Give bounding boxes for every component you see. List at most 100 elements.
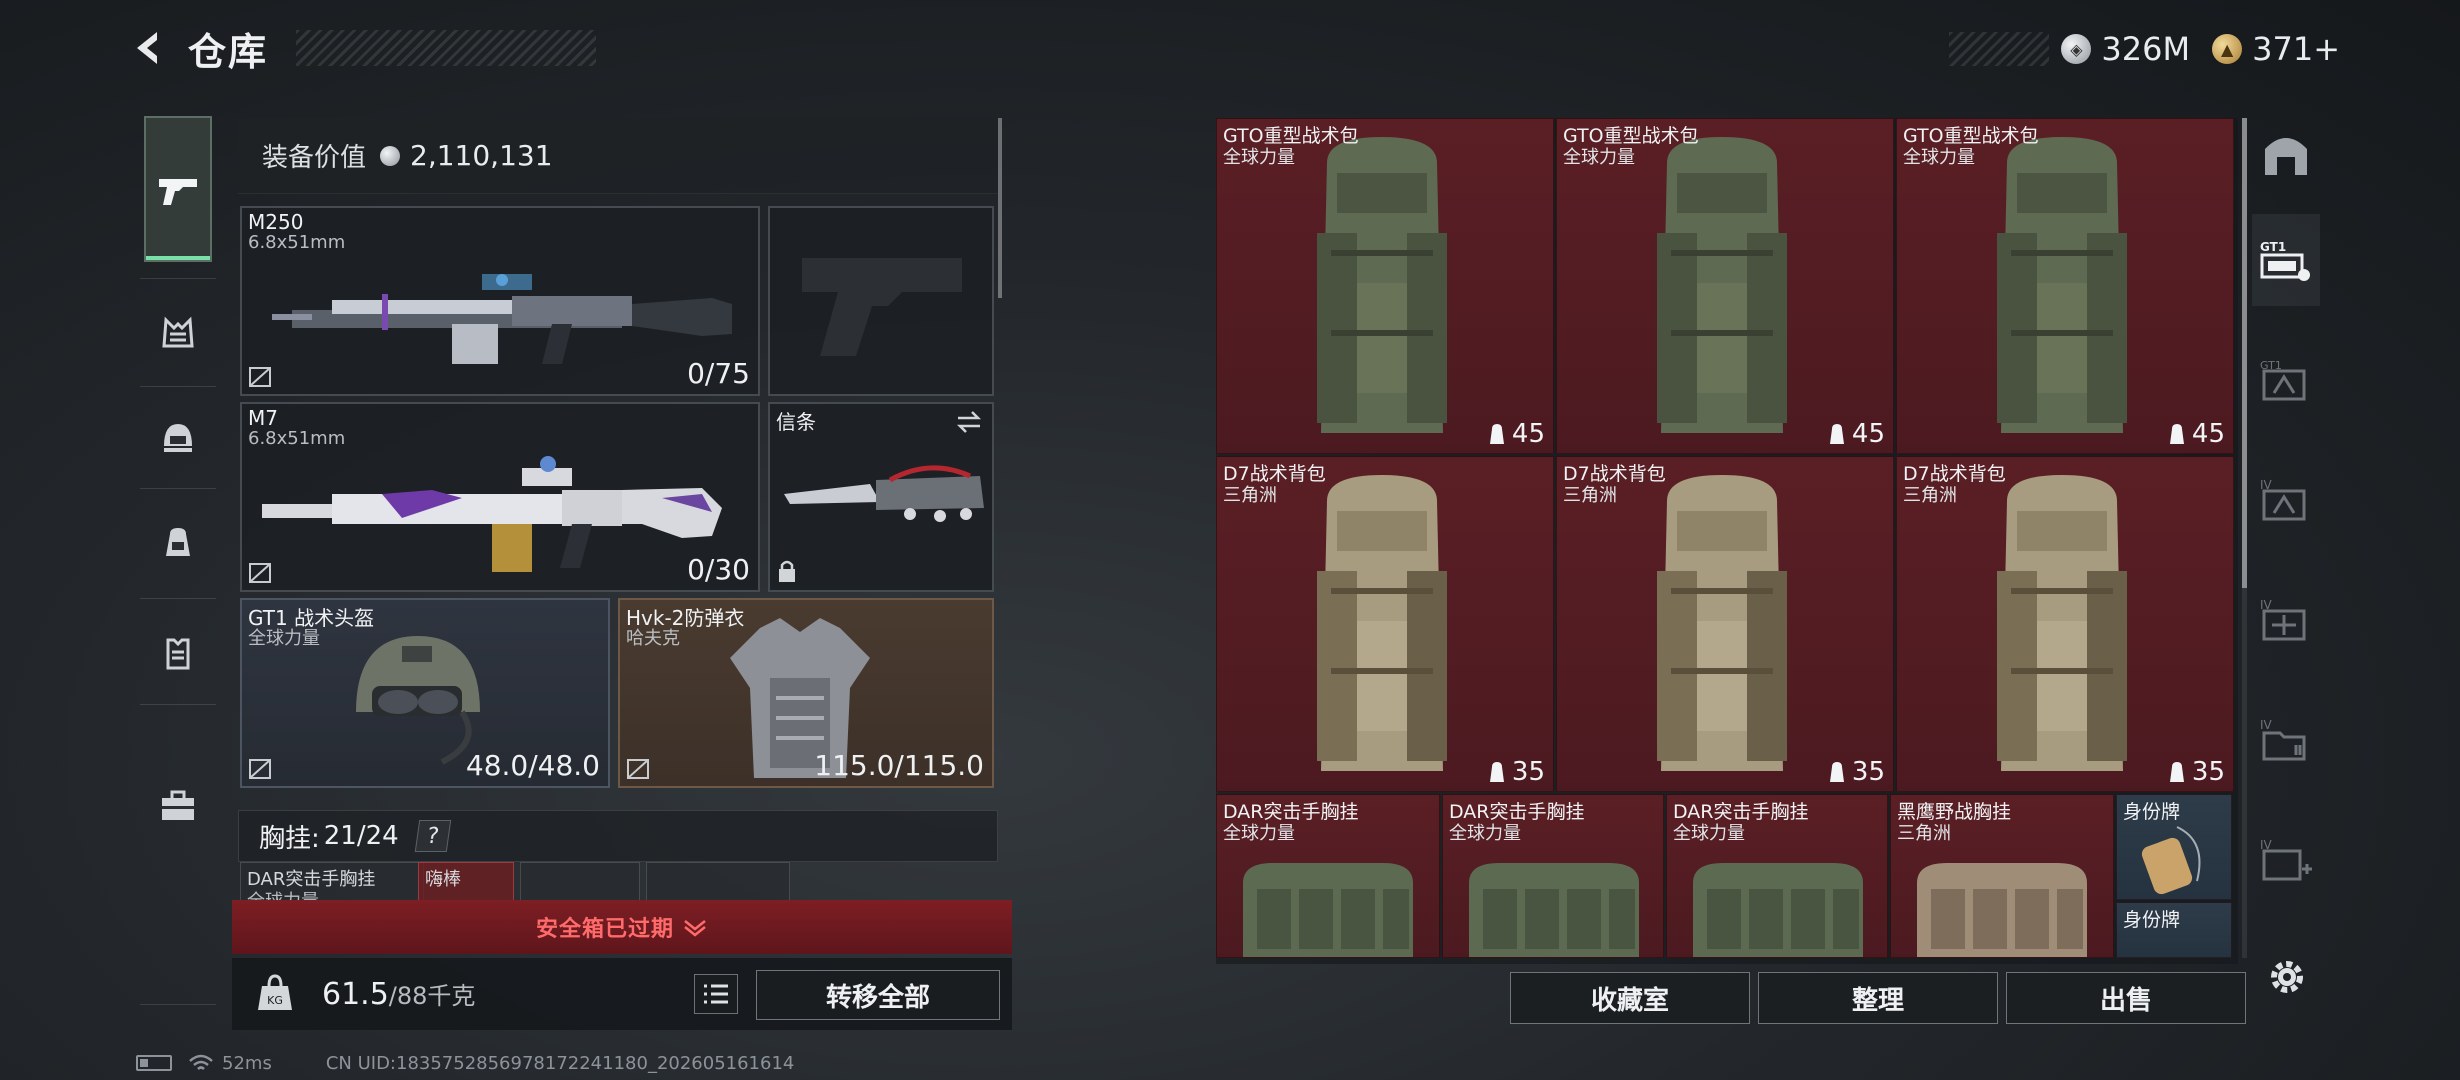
storage-item[interactable]: D7战术背包 三角洲 35 — [1556, 456, 1894, 792]
helmet-slot[interactable]: GT1 战术头盔 全球力量 48.0/48.0 — [240, 598, 610, 788]
capacity-badge: 35 — [1488, 757, 1545, 787]
storage-actions: 收藏室 整理 出售 — [1510, 972, 2254, 1024]
loadout-scrollbar[interactable] — [998, 118, 1002, 298]
warehouse-icon — [2265, 138, 2307, 175]
silver-coin-icon: ◈ — [2061, 34, 2092, 64]
helmet-durability: 48.0/48.0 — [465, 749, 600, 782]
weight-current-value: 61.5 — [322, 977, 389, 1012]
secondary-weapon-slot[interactable]: M7 6.8x51mm 0/30 — [240, 402, 760, 592]
storage-item[interactable]: GTO重型战术包 全球力量 45 — [1216, 118, 1554, 454]
weapon-name: M7 — [248, 406, 278, 430]
storage-item[interactable]: DAR突击手胸挂 全球力量 — [1216, 794, 1440, 958]
tactical-backpack-image — [1317, 475, 1447, 771]
nav-divider — [140, 386, 216, 387]
backpack-capacity-icon — [1829, 762, 1844, 782]
backpack-capacity-icon — [2169, 424, 2184, 444]
swap-icon[interactable] — [954, 410, 984, 434]
transfer-all-button[interactable]: 转移全部 — [756, 970, 1000, 1020]
equipment-value-bar: 装备价值 2,110,131 — [238, 118, 998, 194]
storage-item[interactable]: 身份牌 — [2116, 794, 2232, 900]
item-name: 嗨棒 — [425, 869, 461, 890]
help-icon[interactable]: ? — [414, 820, 451, 852]
storage-panel: GTO重型战术包 全球力量 45 GTO重型战术包 全球力量 45 GTO重型战… — [1210, 112, 2247, 964]
chest-rig-icon — [162, 316, 194, 348]
tab-tier-iv-add[interactable]: IV — [2252, 814, 2320, 906]
safe-box-expired-text: 安全箱已过期 — [535, 917, 674, 942]
storage-item[interactable]: DAR突击手胸挂 全球力量 — [1442, 794, 1664, 958]
back-arrow-icon — [137, 32, 157, 64]
tab-warehouse[interactable] — [2252, 108, 2320, 200]
item-name: 身份牌 — [2123, 909, 2181, 931]
no-attachment-icon — [249, 367, 271, 387]
weapon-ammo-count: 0/30 — [687, 553, 750, 586]
nav-divider — [140, 488, 216, 489]
storage-item[interactable]: 黑鹰野战胸挂 三角洲 — [1890, 794, 2114, 958]
storage-item[interactable]: 身份牌 — [2116, 902, 2232, 958]
knife-image — [784, 465, 984, 522]
storage-item[interactable]: DAR突击手胸挂 全球力量 — [1666, 794, 1888, 958]
sell-button[interactable]: 出售 — [2006, 972, 2246, 1024]
tab-tier-iv[interactable]: IV — [2252, 454, 2320, 546]
back-button[interactable] — [120, 22, 178, 74]
storage-scroll-thumb[interactable] — [2242, 118, 2247, 588]
nav-helmet[interactable] — [144, 404, 212, 472]
chest-rig-image — [1693, 863, 1863, 957]
tactical-backpack-image — [1657, 475, 1787, 771]
chevron-down-icon — [684, 920, 706, 937]
capacity-badge: 35 — [2168, 757, 2225, 787]
nav-chest-rig[interactable] — [144, 300, 212, 368]
chest-rig-image — [1243, 863, 1413, 957]
settings-button[interactable] — [2262, 952, 2312, 1002]
chest-rig-image — [1469, 863, 1639, 957]
gear-icon — [2271, 961, 2303, 993]
currency-silver-value[interactable]: 326M — [2101, 30, 2190, 68]
chest-rig-bar[interactable]: 胸挂: 21/24 ? — [238, 810, 998, 862]
nav-armor[interactable] — [144, 620, 212, 688]
tab-tier-iv-folder[interactable]: IV — [2252, 694, 2320, 786]
organize-button[interactable]: 整理 — [1758, 972, 1998, 1024]
heavy-backpack-image — [1657, 137, 1787, 433]
battery-icon — [136, 1055, 172, 1071]
safe-box-expired-banner[interactable]: 安全箱已过期 — [232, 900, 1012, 954]
status-bar: 52ms CN UID:1835752856978172241180_20260… — [136, 1050, 794, 1076]
primary-weapon-slot[interactable]: M250 6.8x51mm 0/75 — [240, 206, 760, 396]
armor-brand: 哈夫克 — [626, 628, 680, 649]
list-view-button[interactable] — [694, 974, 738, 1014]
storage-item[interactable]: D7战术背包 三角洲 35 — [1216, 456, 1554, 792]
user-uid: CN UID:1835752856978172241180_2026051616… — [325, 1052, 795, 1074]
pistol-icon — [159, 179, 197, 205]
storage-item[interactable]: GTO重型战术包 全球力量 45 — [1896, 118, 2234, 454]
armor-slot[interactable]: Hvk-2防弹衣 哈夫克 115.0/115.0 — [618, 598, 994, 788]
weapon-name: M250 — [248, 210, 304, 234]
capacity-value: 35 — [1851, 757, 1885, 787]
heavy-backpack-image — [1997, 137, 2127, 433]
no-attachment-icon — [627, 759, 649, 779]
machine-gun-image — [272, 274, 732, 364]
nav-divider — [140, 598, 216, 599]
storage-item[interactable]: GTO重型战术包 全球力量 45 — [1556, 118, 1894, 454]
tier-iv-folder-icon: IV — [2260, 718, 2306, 761]
tab-gt1-alt[interactable]: GT1 — [2252, 334, 2320, 426]
chest-rig-count: 21/24 — [323, 821, 399, 851]
pistol-slot[interactable] — [768, 206, 994, 396]
item-brand: 三角洲 — [1563, 485, 1617, 506]
left-nav — [132, 108, 224, 1008]
nav-backpack[interactable] — [144, 508, 212, 576]
nav-weapons[interactable] — [144, 116, 212, 262]
collection-room-button[interactable]: 收藏室 — [1510, 972, 1750, 1024]
ping-value: 52ms — [222, 1052, 272, 1074]
tab-gt1[interactable]: GT1 — [2252, 214, 2320, 306]
nav-toolbox[interactable] — [144, 772, 212, 840]
storage-item[interactable]: D7战术背包 三角洲 35 — [1896, 456, 2234, 792]
weight-max: /88千克 — [388, 982, 476, 1010]
capacity-value: 45 — [1851, 419, 1885, 449]
melee-slot[interactable]: 信条 — [768, 402, 994, 592]
dog-tag-image — [2141, 826, 2201, 895]
tactical-backpack-image — [1997, 475, 2127, 771]
tab-tier-iv-alt[interactable]: IV — [2252, 574, 2320, 666]
chest-rig-label: 胸挂: — [259, 823, 320, 854]
weight-icon: KG — [258, 974, 292, 1010]
equipment-value-label: 装备价值 — [262, 143, 367, 173]
item-brand: 三角洲 — [1903, 485, 1957, 506]
currency-gold-value[interactable]: 371+ — [2252, 30, 2340, 68]
